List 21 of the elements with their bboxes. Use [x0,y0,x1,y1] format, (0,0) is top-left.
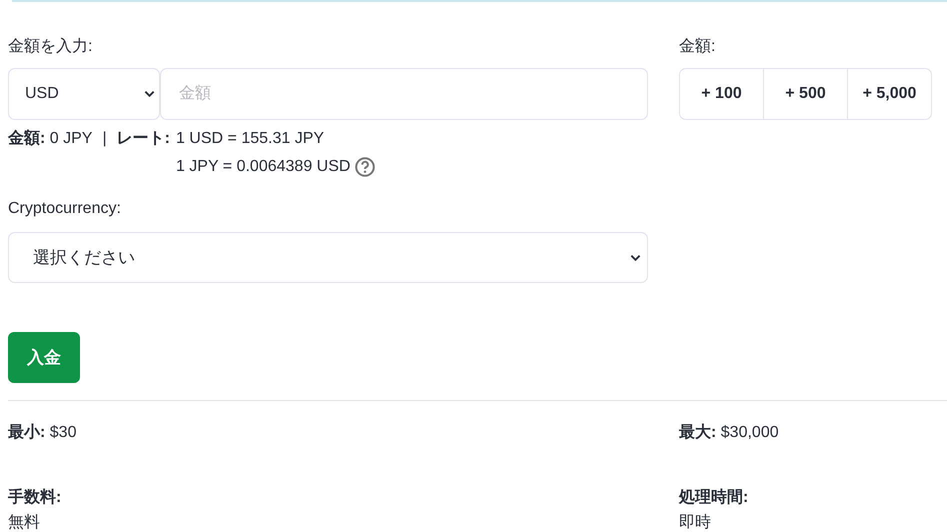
detail-label: 処理時間: [679,488,750,508]
limit-text: 最小: $30 [8,422,78,443]
limit-text: 最大: $30,000 [679,422,780,443]
rate-text: 1 JPY = 0.0064389 USD [176,157,350,177]
rate-label: レート: [116,129,170,149]
chevron-icon [144,90,155,98]
crypto-select[interactable]: 選択ください [8,232,648,283]
help-icon[interactable] [355,157,376,177]
detail-value: 無料 [8,512,41,532]
field-label: 金額: [679,36,716,57]
currency-select[interactable]: USD [8,68,160,120]
separator-text: | [102,129,107,149]
chevron-icon [630,254,641,262]
field-label: 金額を入力: [8,36,94,57]
detail-value: 即時 [679,512,712,532]
amount-field[interactable]: 金額 [160,68,648,120]
rate-text: 1 USD = 155.31 JPY [176,129,324,149]
field-label: Cryptocurrency: [8,200,122,219]
amount-summary: 金額: 0 JPY [8,128,92,149]
detail-label: 手数料: [8,487,62,508]
deposit-button[interactable]: 入金 [8,332,80,383]
